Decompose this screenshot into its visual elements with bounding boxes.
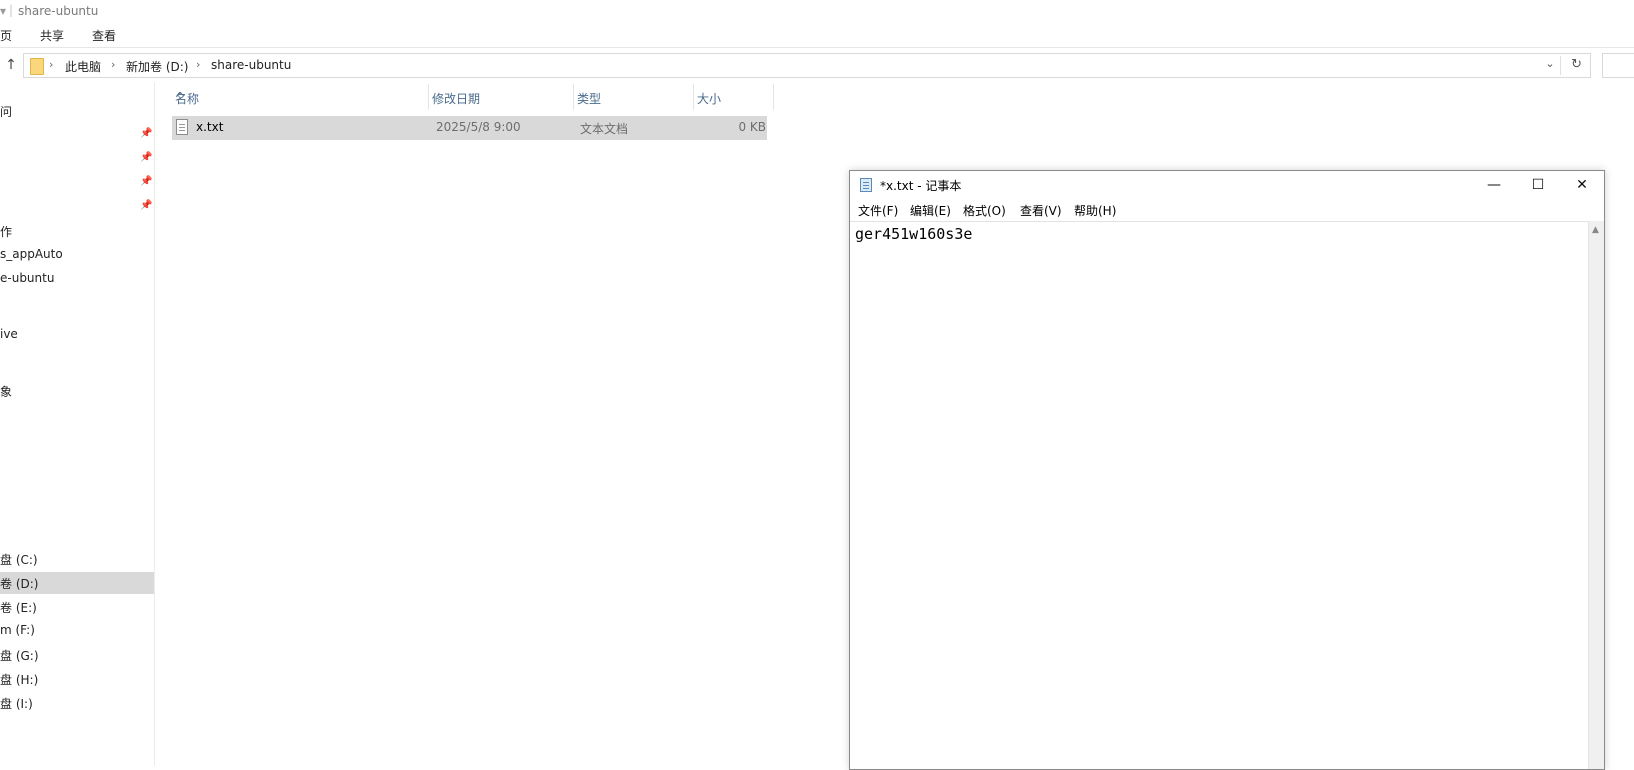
breadcrumb-chevron-icon[interactable]: › bbox=[111, 58, 115, 71]
column-header-type[interactable]: 类型 bbox=[574, 84, 694, 110]
breadcrumb-drive-d[interactable]: 新加卷 (D:) bbox=[126, 58, 188, 75]
nav-item-label: 盘 (C:) bbox=[0, 553, 38, 567]
quick-access-dropdown-icon[interactable]: ▾ bbox=[0, 4, 6, 18]
nav-item-label: s_appAuto bbox=[0, 247, 63, 261]
nav-item-label: 卷 (D:) bbox=[0, 577, 39, 591]
ribbon-divider bbox=[0, 47, 1634, 48]
notepad-text-area[interactable]: ger451w160s3e bbox=[850, 221, 1588, 769]
nav-item[interactable]: 作 bbox=[0, 220, 154, 242]
close-icon[interactable]: ✕ bbox=[1560, 171, 1604, 199]
menu-format[interactable]: 格式(O) bbox=[963, 202, 1006, 219]
nav-item-onedrive[interactable]: ive bbox=[0, 324, 154, 346]
nav-item-drive-g[interactable]: 盘 (G:) bbox=[0, 644, 154, 666]
nav-item-drive-d[interactable]: 卷 (D:) bbox=[0, 572, 154, 594]
nav-item-label: 盘 (I:) bbox=[0, 697, 33, 711]
column-header-size[interactable]: 大小 bbox=[694, 84, 774, 110]
address-divider bbox=[1560, 56, 1561, 75]
pin-icon: 📌 bbox=[140, 200, 153, 211]
notepad-window: *x.txt - 记事本 — ☐ ✕ 文件(F) 编辑(E) 格式(O) 查看(… bbox=[849, 170, 1605, 770]
nav-item-drive-i[interactable]: 盘 (I:) bbox=[0, 692, 154, 714]
breadcrumb-this-pc[interactable]: 此电脑 bbox=[65, 58, 101, 75]
nav-item-drive-f[interactable]: m (F:) bbox=[0, 620, 154, 642]
nav-item-pinned[interactable]: 📌 bbox=[0, 124, 154, 146]
nav-item-label: m (F:) bbox=[0, 623, 35, 637]
notepad-content: ger451w160s3e bbox=[855, 225, 973, 243]
vertical-scrollbar[interactable]: ▲ bbox=[1588, 221, 1604, 769]
menu-file[interactable]: 文件(F) bbox=[858, 202, 898, 219]
column-header-label: 类型 bbox=[577, 92, 602, 106]
nav-item-label: 卷 (E:) bbox=[0, 601, 37, 615]
file-modified: 2025/5/8 9:00 bbox=[436, 120, 521, 134]
column-header-label: 大小 bbox=[697, 92, 722, 106]
text-file-icon bbox=[176, 119, 188, 135]
explorer-title: share-ubuntu bbox=[18, 4, 99, 18]
file-row[interactable]: x.txt 2025/5/8 9:00 文本文档 0 KB bbox=[172, 116, 767, 140]
nav-item-drive-e[interactable]: 卷 (E:) bbox=[0, 596, 154, 618]
nav-item-drive-c[interactable]: 盘 (C:) bbox=[0, 548, 154, 570]
notepad-app-icon bbox=[860, 178, 872, 192]
ribbon-tabs: 页 共享 查看 bbox=[0, 24, 1634, 46]
address-bar[interactable]: › 此电脑 › 新加卷 (D:) › share-ubuntu ⌄ ↻ bbox=[23, 53, 1591, 78]
nav-item-label: 问 bbox=[0, 105, 13, 119]
file-name: x.txt bbox=[196, 120, 224, 134]
pin-icon: 📌 bbox=[140, 176, 153, 187]
ribbon-tab-share[interactable]: 共享 bbox=[40, 27, 64, 44]
file-type: 文本文档 bbox=[580, 122, 629, 136]
breadcrumb-share-ubuntu[interactable]: share-ubuntu bbox=[211, 58, 291, 72]
breadcrumb-chevron-icon[interactable]: › bbox=[196, 58, 200, 71]
nav-item-label: e-ubuntu bbox=[0, 271, 55, 285]
column-header-modified[interactable]: 修改日期 bbox=[429, 84, 574, 110]
nav-item-label: ive bbox=[0, 327, 18, 341]
nav-item-label: 象 bbox=[0, 385, 13, 399]
maximize-icon[interactable]: ☐ bbox=[1516, 171, 1560, 199]
breadcrumb-chevron-icon[interactable]: › bbox=[49, 58, 53, 71]
nav-item-label: 盘 (G:) bbox=[0, 649, 39, 663]
notepad-title: *x.txt - 记事本 bbox=[880, 179, 962, 193]
notepad-title-bar[interactable]: *x.txt - 记事本 — ☐ ✕ bbox=[850, 171, 1604, 199]
ribbon-tab-view[interactable]: 查看 bbox=[92, 27, 116, 44]
nav-item-label: 盘 (H:) bbox=[0, 673, 39, 687]
nav-item-pinned[interactable]: 📌 bbox=[0, 196, 154, 218]
nav-item[interactable]: 问 bbox=[0, 100, 154, 122]
pin-icon: 📌 bbox=[140, 152, 153, 163]
address-dropdown-icon[interactable]: ⌄ bbox=[1542, 57, 1558, 70]
nav-item-drive-h[interactable]: 盘 (H:) bbox=[0, 668, 154, 690]
search-box[interactable] bbox=[1602, 53, 1634, 78]
nav-item-pinned[interactable]: 📌 bbox=[0, 148, 154, 170]
refresh-icon[interactable]: ↻ bbox=[1571, 57, 1582, 72]
nav-item[interactable]: s_appAuto bbox=[0, 244, 154, 266]
navigation-pane: 问 📌 📌 📌 📌 作 s_appAuto e-ubuntu ive 象 盘 (… bbox=[0, 82, 155, 766]
nav-item-pinned[interactable]: 📌 bbox=[0, 172, 154, 194]
column-header-name[interactable]: 名称 ^ bbox=[172, 84, 429, 110]
column-header-label: 修改日期 bbox=[432, 92, 481, 106]
scroll-up-icon[interactable]: ▲ bbox=[1592, 225, 1599, 235]
explorer-title-bar: ▾ | share-ubuntu bbox=[0, 0, 1634, 22]
title-separator: | bbox=[9, 3, 14, 17]
file-size: 0 KB bbox=[738, 120, 766, 134]
up-arrow-icon[interactable]: ↑ bbox=[2, 56, 20, 74]
pin-icon: 📌 bbox=[140, 128, 153, 139]
menu-edit[interactable]: 编辑(E) bbox=[910, 202, 951, 219]
nav-item-label: 作 bbox=[0, 225, 13, 239]
notepad-menu-bar: 文件(F) 编辑(E) 格式(O) 查看(V) 帮助(H) bbox=[850, 200, 1604, 220]
menu-help[interactable]: 帮助(H) bbox=[1074, 202, 1116, 219]
minimize-icon[interactable]: — bbox=[1472, 171, 1516, 199]
nav-item[interactable]: e-ubuntu bbox=[0, 268, 154, 290]
sort-ascending-icon: ^ bbox=[175, 90, 186, 104]
nav-item-3d-objects[interactable]: 象 bbox=[0, 380, 154, 402]
menu-view[interactable]: 查看(V) bbox=[1020, 202, 1062, 219]
ribbon-tab-home[interactable]: 页 bbox=[0, 27, 12, 44]
folder-icon bbox=[30, 58, 44, 75]
